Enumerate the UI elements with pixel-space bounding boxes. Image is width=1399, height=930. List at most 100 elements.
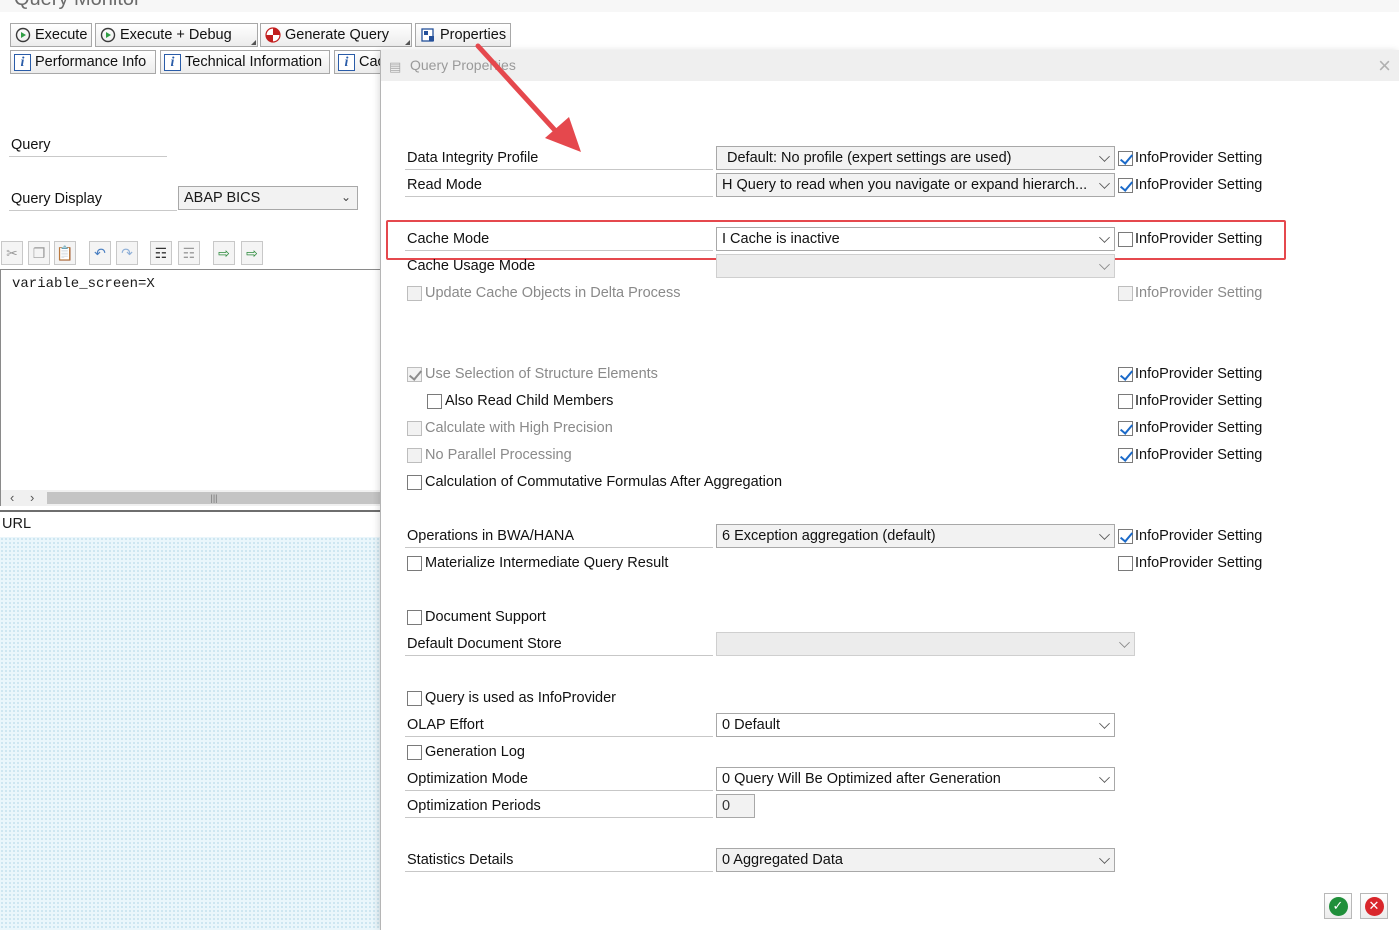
row-underline (405, 547, 713, 548)
generation-log-checkbox[interactable] (407, 745, 422, 760)
query-label: Query (11, 137, 51, 153)
materialize-label: Materialize Intermediate Query Result (425, 555, 669, 571)
row-underline (405, 817, 713, 818)
commutative-label: Calculation of Commutative Formulas Afte… (425, 474, 783, 490)
execute-debug-button[interactable]: Execute + Debug (95, 23, 258, 47)
read-mode-ip-label: InfoProvider Setting (1135, 177, 1263, 193)
query-display-underline (9, 210, 177, 211)
scroll-right-icon[interactable]: › (30, 490, 34, 505)
chevron-down-icon (1119, 637, 1130, 648)
read-mode-label: Read Mode (407, 177, 482, 193)
high-precision-ip-label: InfoProvider Setting (1135, 420, 1263, 436)
execute-button[interactable]: Execute (10, 23, 92, 47)
cut-icon[interactable]: ✂ (1, 241, 23, 265)
materialize-checkbox[interactable] (407, 556, 422, 571)
use-selection-ip-checkbox[interactable] (1118, 367, 1133, 382)
optimization-periods-label: Optimization Periods (407, 798, 541, 814)
chevron-down-icon (1099, 772, 1110, 783)
checkmark-icon: ✓ (1328, 896, 1348, 916)
info-icon: i (164, 53, 181, 71)
generate-query-button[interactable]: Generate Query (260, 23, 412, 47)
high-precision-checkbox[interactable] (407, 421, 422, 436)
url-splitter[interactable] (0, 510, 380, 512)
child-members-ip-label: InfoProvider Setting (1135, 393, 1263, 409)
chevron-down-icon (1099, 151, 1110, 162)
find-icon[interactable]: ☶ (150, 241, 172, 265)
data-integrity-label: Data Integrity Profile (407, 150, 539, 166)
document-support-checkbox[interactable] (407, 610, 422, 625)
update-cache-ip-label: InfoProvider Setting (1135, 285, 1263, 301)
no-parallel-label: No Parallel Processing (425, 447, 572, 463)
cache-usage-label: Cache Usage Mode (407, 258, 536, 274)
save-local-file-icon[interactable]: ⇨ (241, 241, 263, 265)
statistics-label: Statistics Details (407, 852, 514, 868)
high-precision-label: Calculate with High Precision (425, 420, 613, 436)
child-members-checkbox[interactable] (427, 394, 442, 409)
infoprovider-query-label: Query is used as InfoProvider (425, 690, 617, 706)
chevron-down-icon (1099, 529, 1110, 540)
child-members-label: Also Read Child Members (445, 393, 614, 409)
scroll-left-icon[interactable]: ‹ (10, 490, 14, 505)
child-members-ip-checkbox[interactable] (1118, 394, 1133, 409)
load-local-file-icon[interactable]: ⇨ (213, 241, 235, 265)
no-parallel-checkbox[interactable] (407, 448, 422, 463)
high-precision-ip-checkbox[interactable] (1118, 421, 1133, 436)
generation-log-label: Generation Log (425, 744, 525, 760)
read-mode-ip-checkbox[interactable] (1118, 178, 1133, 193)
close-icon[interactable]: × (1378, 53, 1391, 79)
row-underline (405, 169, 713, 170)
query-display-label: Query Display (11, 191, 103, 207)
operations-ip-label: InfoProvider Setting (1135, 528, 1263, 544)
olap-effort-select[interactable]: 0 Default (716, 713, 1115, 737)
statistics-select[interactable]: 0 Aggregated Data (716, 848, 1115, 872)
row-underline (405, 871, 713, 872)
operations-ip-checkbox[interactable] (1118, 529, 1133, 544)
row-underline (405, 655, 713, 656)
operations-select[interactable]: 6 Exception aggregation (default) (716, 524, 1115, 548)
scroll-thumb[interactable]: ||| (47, 492, 381, 504)
document-store-select[interactable] (716, 632, 1135, 656)
cache-usage-select[interactable] (716, 254, 1115, 278)
row-underline (405, 736, 713, 737)
update-cache-ip-checkbox[interactable] (1118, 286, 1133, 301)
ok-button[interactable]: ✓ (1324, 893, 1352, 919)
paste-icon[interactable]: 📋 (54, 241, 76, 265)
update-cache-checkbox[interactable] (407, 286, 422, 301)
horizontal-scrollbar[interactable]: ‹ › ||| (0, 490, 381, 506)
cancel-button[interactable]: ✕ (1360, 893, 1388, 919)
text-editor[interactable]: variable_screen=X (0, 269, 380, 491)
performance-info-button[interactable]: i Performance Info (10, 50, 156, 74)
optimization-periods-input[interactable]: 0 (716, 794, 755, 818)
operations-label: Operations in BWA/HANA (407, 528, 575, 544)
materialize-ip-checkbox[interactable] (1118, 556, 1133, 571)
editor-text: variable_screen=X (12, 276, 155, 292)
use-selection-checkbox[interactable] (407, 367, 422, 382)
infoprovider-query-checkbox[interactable] (407, 691, 422, 706)
dialog-header: ▤ Query Properties × (381, 50, 1399, 81)
editor-toolbar: ✂ ❐ 📋 ↶ ↷ ☶ ☶ ⇨ ⇨ (0, 239, 380, 267)
chevron-down-icon (1099, 178, 1110, 189)
window-title: Query Monitor (14, 0, 141, 11)
undo-icon[interactable]: ↶ (89, 241, 111, 265)
data-integrity-ip-checkbox[interactable] (1118, 151, 1133, 166)
properties-button[interactable]: Properties (415, 23, 511, 47)
no-parallel-ip-checkbox[interactable] (1118, 448, 1133, 463)
read-mode-select[interactable]: H Query to read when you navigate or exp… (716, 173, 1115, 197)
info-icon: i (338, 53, 355, 71)
document-support-label: Document Support (425, 609, 546, 625)
document-store-label: Default Document Store (407, 636, 562, 652)
technical-information-button[interactable]: i Technical Information (160, 50, 330, 74)
optimization-mode-select[interactable]: 0 Query Will Be Optimized after Generati… (716, 767, 1115, 791)
redo-icon[interactable]: ↷ (116, 241, 138, 265)
commutative-checkbox[interactable] (407, 475, 422, 490)
query-display-select[interactable]: ABAP BICS ⌄ (178, 186, 358, 210)
find-next-icon[interactable]: ☶ (178, 241, 200, 265)
copy-icon[interactable]: ❐ (28, 241, 50, 265)
query-label-underline (9, 156, 167, 157)
cancel-x-icon: ✕ (1364, 896, 1384, 916)
data-integrity-select[interactable]: Default: No profile (expert settings are… (716, 146, 1115, 170)
generate-query-icon (264, 27, 281, 44)
olap-effort-label: OLAP Effort (407, 717, 484, 733)
execute-icon (14, 27, 31, 44)
dropdown-corner-icon (251, 40, 256, 45)
